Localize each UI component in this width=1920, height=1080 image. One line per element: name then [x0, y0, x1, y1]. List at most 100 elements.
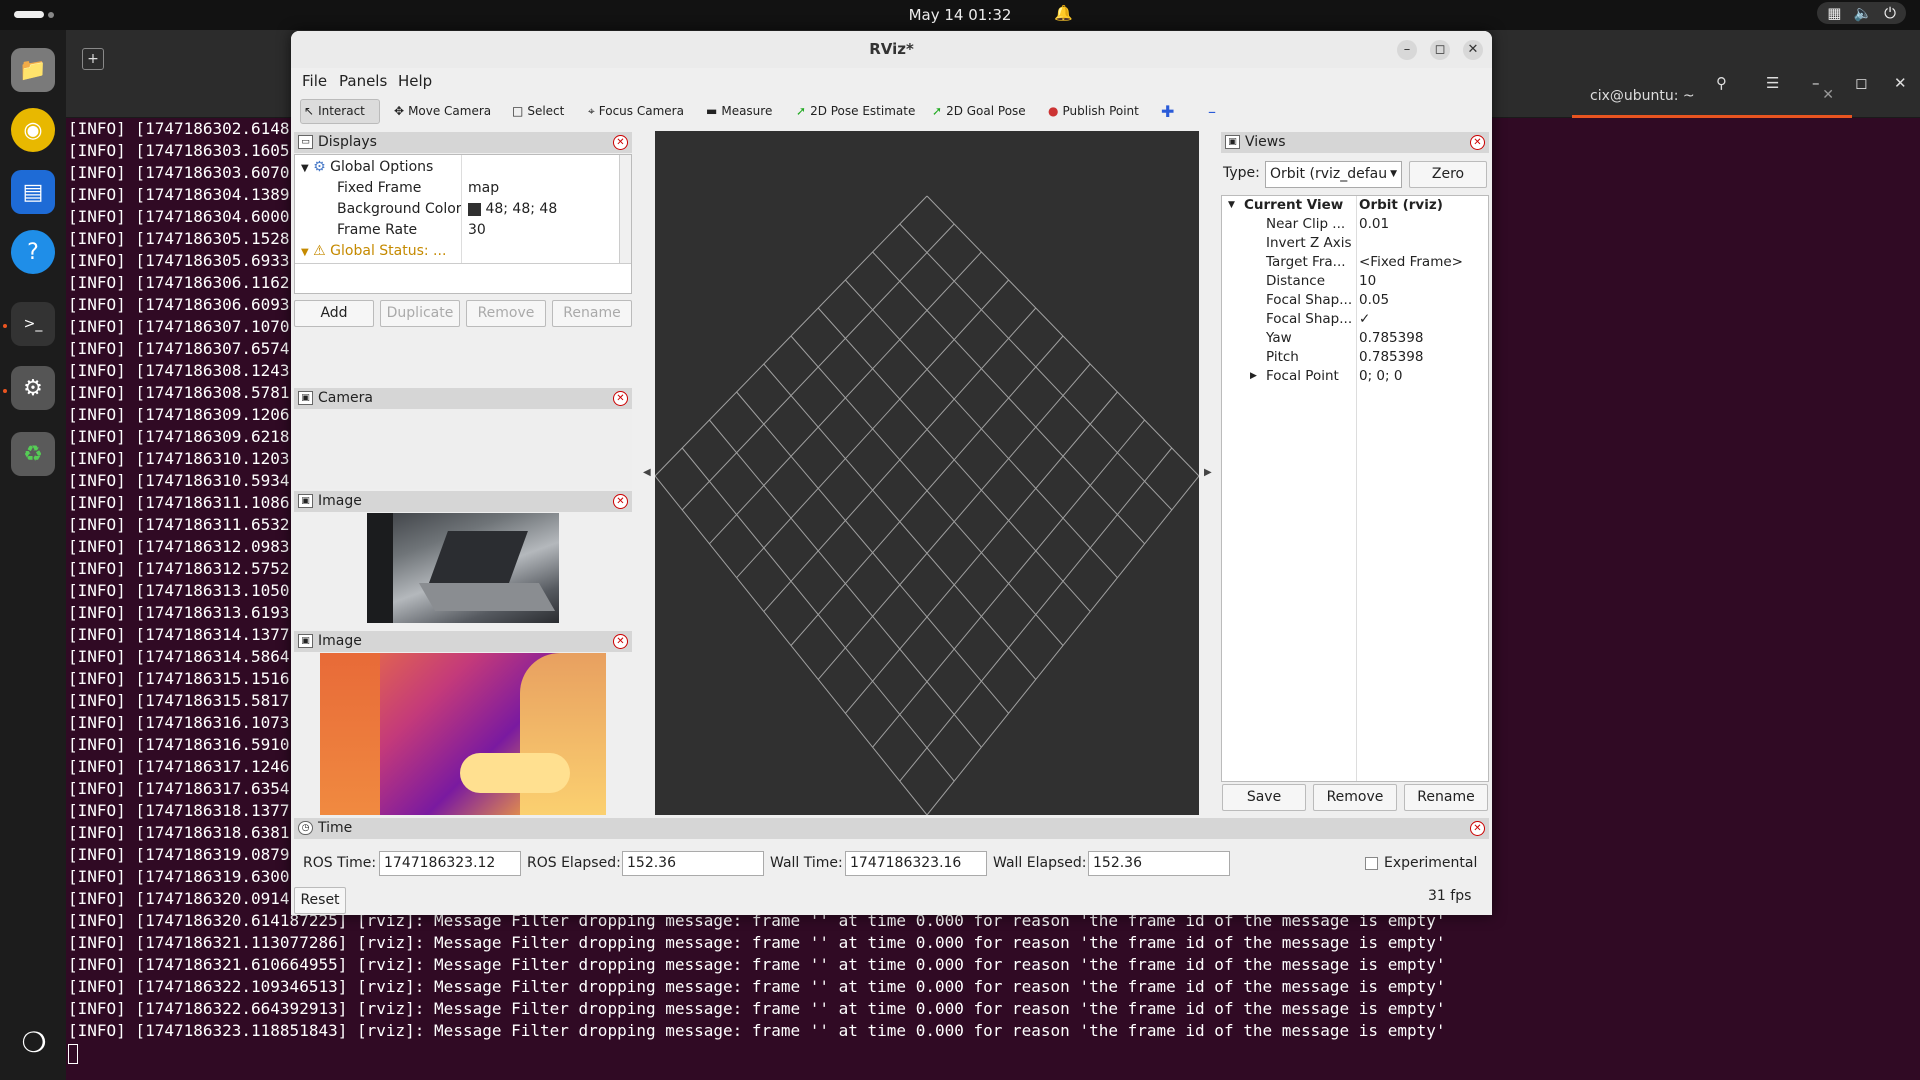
system-tray[interactable]: ▦ 🔈 ⏻	[1817, 2, 1906, 24]
interact-tool[interactable]: ↖ Interact	[300, 99, 380, 124]
view-property-value: 0.785398	[1359, 330, 1424, 346]
publish-point-tool[interactable]: ● Publish Point	[1045, 99, 1142, 124]
terminal-icon[interactable]: >_	[11, 302, 55, 346]
fixed-frame-key: Fixed Frame	[337, 180, 422, 196]
select-label: Select	[527, 104, 565, 118]
focus-camera-tool[interactable]: ⌖ Focus Camera	[585, 99, 687, 124]
ros-elapsed-field[interactable]: 152.36	[622, 851, 764, 876]
rhythmbox-icon[interactable]: ◉	[11, 108, 55, 152]
menu-help[interactable]: Help	[398, 72, 432, 90]
select-tool[interactable]: □ Select	[509, 99, 567, 124]
new-tab-icon[interactable]: +	[82, 48, 104, 70]
camera-panel-header: ▣ Camera ✕	[294, 388, 632, 409]
move-icon: ✥	[394, 104, 405, 118]
writer-icon[interactable]: ▤	[11, 170, 55, 214]
close-icon[interactable]: ✕	[1463, 40, 1483, 60]
files-icon[interactable]: 📁	[11, 48, 55, 92]
close-icon[interactable]: ✕	[1470, 821, 1485, 836]
remove-tool-icon[interactable]: –	[1205, 99, 1219, 124]
view-property-row[interactable]: Focal Shap... 0.05	[1222, 291, 1490, 310]
wall-time-label: Wall Time:	[770, 855, 843, 871]
rename-display-button[interactable]: Rename	[552, 300, 632, 327]
view-property-row[interactable]: ▶ Focal Point 0; 0; 0	[1222, 367, 1490, 386]
close-icon[interactable]: ✕	[1470, 135, 1485, 150]
displays-tree[interactable]: ▼ ⚙ Global Options Fixed Frame map Backg…	[294, 154, 632, 294]
terminal-line: [INFO] [1747186322.664392913] [rviz]: Me…	[68, 999, 1446, 1018]
move-camera-tool[interactable]: ✥ Move Camera	[391, 99, 494, 124]
terminal-prompt[interactable]	[68, 1042, 1920, 1064]
maximize-icon[interactable]: ◻	[1430, 40, 1450, 60]
rename-view-button[interactable]: Rename	[1404, 784, 1488, 811]
view-type-label: Type:	[1223, 165, 1260, 181]
text-cursor	[68, 1043, 78, 1064]
dock: 📁 ◉ ▤ ? >_ ⚙ ♻ ❍	[0, 30, 66, 1080]
add-display-button[interactable]: Add	[294, 300, 374, 327]
view-property-row[interactable]: Pitch 0.785398	[1222, 348, 1490, 367]
ruler-icon: ▬	[706, 104, 718, 118]
save-view-button[interactable]: Save	[1222, 784, 1306, 811]
ros-time-label: ROS Time:	[303, 855, 377, 871]
goal-pose-tool[interactable]: ➚ 2D Goal Pose	[929, 99, 1029, 124]
view-property-row[interactable]: Invert Z Axis	[1222, 234, 1490, 253]
minimize-icon[interactable]: –	[1812, 74, 1820, 92]
view-property-row[interactable]: Yaw 0.785398	[1222, 329, 1490, 348]
close-icon[interactable]: ✕	[613, 494, 628, 509]
collapse-right-icon[interactable]: ▶	[1204, 467, 1212, 478]
view-property-row[interactable]: Focal Shap... ✓	[1222, 310, 1490, 329]
volume-icon: 🔈	[1853, 4, 1873, 22]
views-tree[interactable]: ▼ Current View Orbit (rviz) Near Clip ..…	[1221, 195, 1489, 782]
measure-tool[interactable]: ▬ Measure	[703, 99, 775, 124]
pose-estimate-label: 2D Pose Estimate	[810, 104, 916, 118]
view-property-row[interactable]: Near Clip ... 0.01	[1222, 215, 1490, 234]
network-icon: ▦	[1827, 4, 1842, 22]
pose-estimate-tool[interactable]: ➚ 2D Pose Estimate	[793, 99, 918, 124]
background-color-text: 48; 48; 48	[485, 201, 558, 217]
global-options-row[interactable]: ▼ ⚙ Global Options	[301, 157, 433, 178]
frame-rate-value[interactable]: 30	[468, 220, 486, 241]
duplicate-display-button[interactable]: Duplicate	[380, 300, 460, 327]
image-icon: ▣	[298, 494, 313, 508]
grid-line	[709, 419, 982, 748]
menu-file[interactable]: File	[302, 72, 327, 90]
close-icon[interactable]: ✕	[613, 634, 628, 649]
scrollbar[interactable]	[619, 155, 631, 263]
help-icon[interactable]: ?	[11, 230, 55, 274]
zero-button[interactable]: Zero	[1409, 161, 1487, 188]
maximize-icon[interactable]: ◻	[1855, 74, 1867, 92]
wall-elapsed-field[interactable]: 152.36	[1088, 851, 1230, 876]
experimental-checkbox[interactable]	[1365, 857, 1378, 870]
image-panel-header: ▣ Image ✕	[294, 491, 632, 512]
close-icon[interactable]: ✕	[613, 391, 628, 406]
camera-icon: ▣	[1225, 135, 1240, 149]
reset-button[interactable]: Reset	[294, 887, 346, 914]
view-property-row[interactable]: Distance 10	[1222, 272, 1490, 291]
menu-panels[interactable]: Panels	[339, 72, 387, 90]
menu-icon[interactable]: ☰	[1766, 74, 1779, 92]
current-view-row[interactable]: ▼ Current View Orbit (rviz)	[1222, 196, 1490, 215]
rviz-window: RViz* – ◻ ✕ File Panels Help ↖ Interact ✥…	[291, 31, 1492, 915]
wall-time-field[interactable]: 1747186323.16	[845, 851, 987, 876]
search-icon[interactable]: ⚲	[1716, 74, 1727, 92]
trash-icon[interactable]: ♻	[11, 432, 55, 476]
close-icon[interactable]: ✕	[1894, 74, 1907, 92]
settings-icon[interactable]: ⚙	[11, 366, 55, 410]
clock[interactable]: May 14 01:32	[0, 6, 1920, 24]
add-tool-icon[interactable]: ✚	[1158, 99, 1177, 124]
close-icon[interactable]: ✕	[613, 135, 628, 150]
terminal-tab[interactable]: cix@ubuntu: ~ ✕	[1572, 30, 1852, 118]
collapse-left-icon[interactable]: ◀	[643, 467, 651, 478]
close-tab-icon[interactable]: ✕	[1822, 87, 1834, 103]
rviz-titlebar[interactable]: RViz* – ◻ ✕	[291, 31, 1492, 68]
ros-time-field[interactable]: 1747186323.12	[379, 851, 521, 876]
global-status-row[interactable]: ▼ ⚠ Global Status: ...	[301, 241, 446, 262]
background-color-value[interactable]: 48; 48; 48	[468, 199, 557, 220]
fixed-frame-value[interactable]: map	[468, 178, 499, 199]
remove-display-button[interactable]: Remove	[466, 300, 546, 327]
3d-view[interactable]	[654, 131, 1200, 816]
minimize-icon[interactable]: –	[1397, 40, 1417, 60]
view-type-select[interactable]: Orbit (rviz_defau ▼	[1265, 161, 1402, 188]
view-property-key: Focal Point	[1266, 368, 1339, 384]
view-property-row[interactable]: Target Fra... <Fixed Frame>	[1222, 253, 1490, 272]
remove-view-button[interactable]: Remove	[1313, 784, 1397, 811]
show-apps-icon[interactable]: ❍	[14, 1026, 54, 1066]
